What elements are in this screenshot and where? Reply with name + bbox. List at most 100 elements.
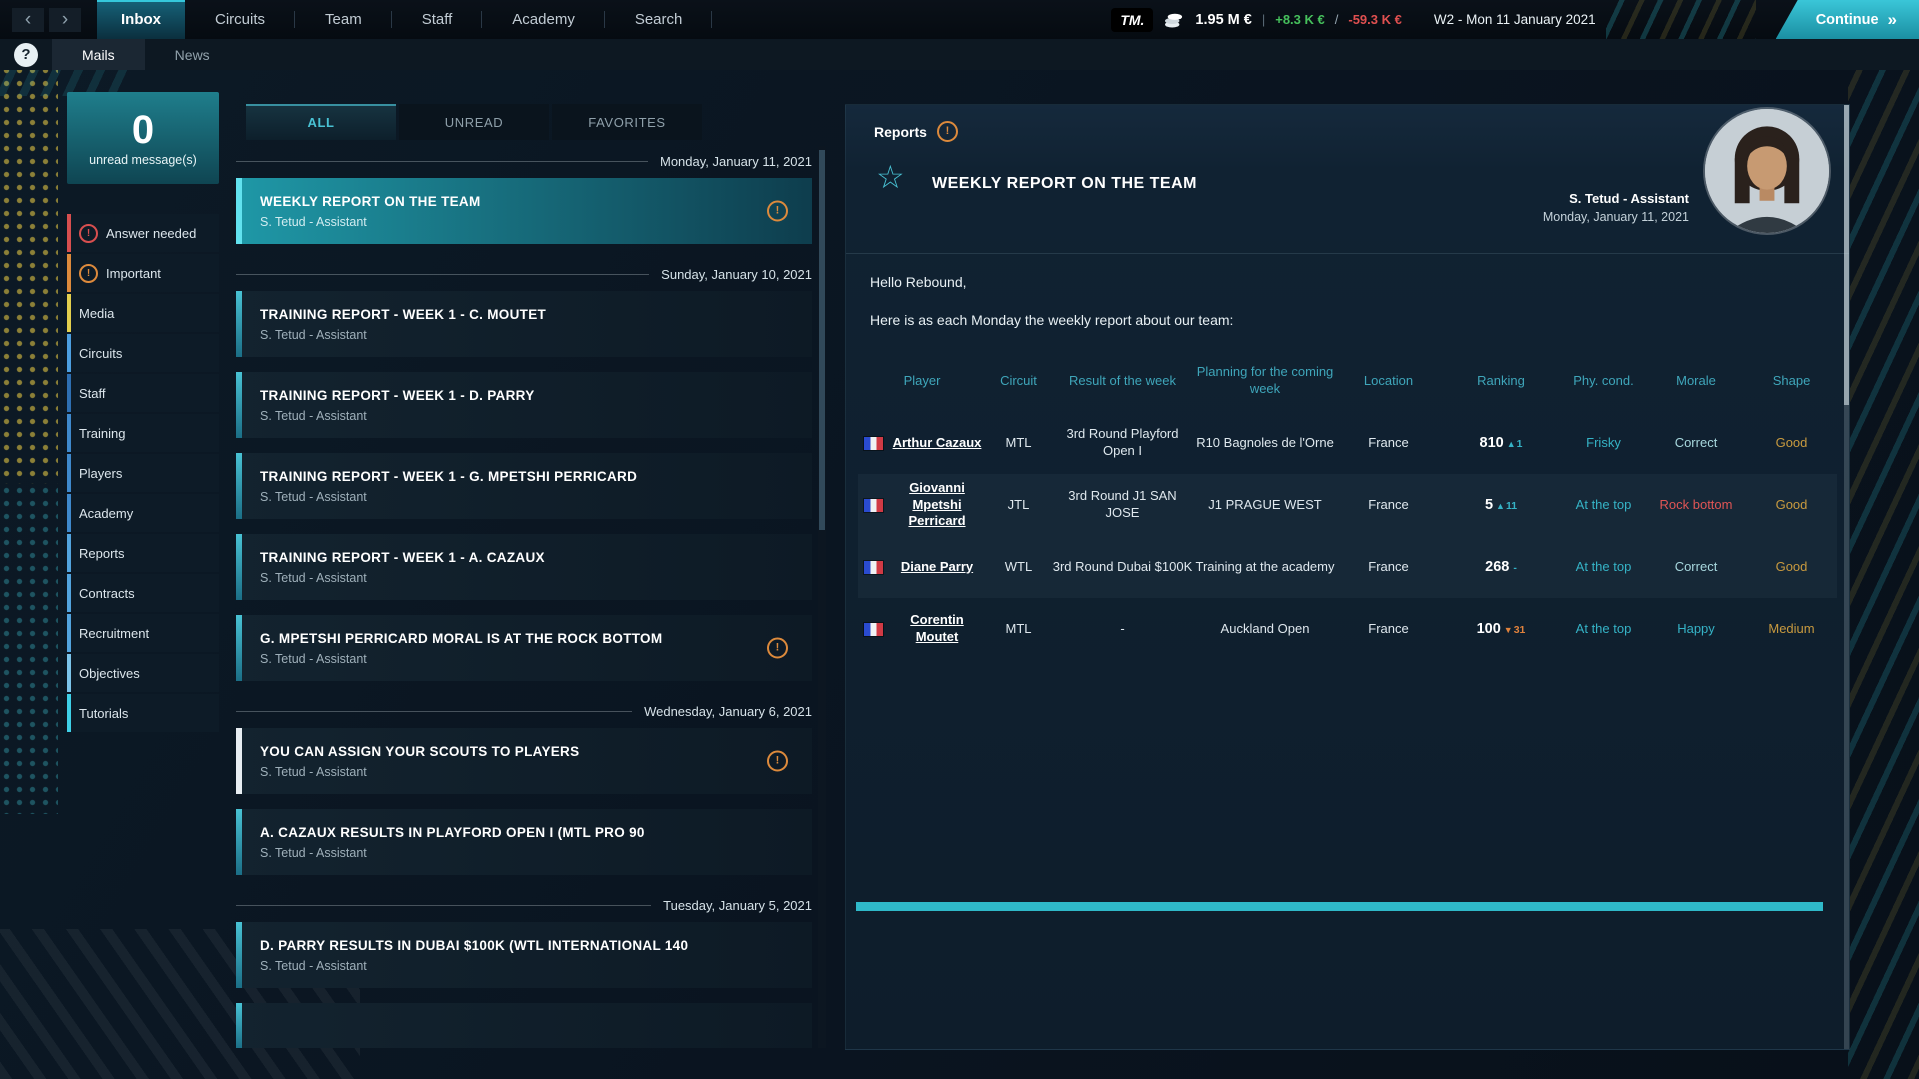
sidebar-item-players[interactable]: Players [67, 454, 219, 492]
location-cell: France [1336, 621, 1441, 638]
rank-up-icon: ▲ [1507, 439, 1516, 449]
mail-item[interactable]: TRAINING REPORT - WEEK 1 - G. MPETSHI PE… [236, 453, 812, 519]
circuit-cell: MTL [986, 435, 1051, 452]
sidebar-item-objectives[interactable]: Objectives [67, 654, 219, 692]
separator: / [1335, 12, 1339, 27]
ranking-cell: 5▲11 [1441, 496, 1561, 515]
result-cell: 3rd Round Dubai $100K [1051, 559, 1194, 576]
planning-cell: Auckland Open [1194, 621, 1336, 638]
nav-tab-inbox[interactable]: Inbox [97, 0, 185, 39]
report-title: WEEKLY REPORT ON THE TEAM [932, 175, 1197, 193]
sidebar-item-answer-needed[interactable]: ! Answer needed [67, 214, 219, 252]
top-navigation-bar: ‹ › Inbox Circuits Team Staff Academy Se… [0, 0, 1919, 39]
category-label: Players [79, 466, 122, 481]
category-color-bar [67, 574, 71, 612]
mail-color-bar [236, 453, 242, 519]
category-color-bar [67, 494, 71, 532]
mail-list-scrollbar[interactable] [818, 146, 826, 1048]
france-flag-icon [864, 499, 883, 512]
category-label: Reports [79, 546, 125, 561]
sidebar-item-important[interactable]: ! Important [67, 254, 219, 292]
mail-color-bar [236, 728, 242, 794]
continue-button[interactable]: Continue » [1776, 0, 1919, 39]
mail-item[interactable]: TRAINING REPORT - WEEK 1 - D. PARRY S. T… [236, 372, 812, 438]
category-label: Media [79, 306, 114, 321]
sidebar-item-media[interactable]: Media [67, 294, 219, 332]
forward-icon[interactable]: › [49, 8, 81, 32]
sidebar-item-reports[interactable]: Reports [67, 534, 219, 572]
mail-item[interactable]: G. MPETSHI PERRICARD MORAL IS AT THE ROC… [236, 615, 812, 681]
mail-sender: S. Tetud - Assistant [260, 328, 768, 342]
ranking-cell: 100▼31 [1441, 620, 1561, 639]
column-header: Morale [1646, 373, 1746, 390]
mail-title: YOU CAN ASSIGN YOUR SCOUTS TO PLAYERS [260, 744, 768, 759]
column-header: Player [858, 373, 986, 390]
mail-sender: S. Tetud - Assistant [260, 490, 768, 504]
mail-item-partial[interactable] [236, 1003, 812, 1048]
player-link[interactable]: Arthur Cazaux [893, 435, 982, 450]
dot-pattern-decoration [0, 484, 58, 814]
mail-sender: S. Tetud - Assistant [260, 765, 768, 779]
category-label: Contracts [79, 586, 135, 601]
mail-item[interactable]: A. CAZAUX RESULTS IN PLAYFORD OPEN I (MT… [236, 809, 812, 875]
rank-up-icon: ▲ [1496, 501, 1505, 511]
planning-cell: J1 PRAGUE WEST [1194, 497, 1336, 514]
scrollbar-thumb[interactable] [819, 150, 825, 530]
weekly-gain: +8.3 K € [1275, 12, 1325, 27]
help-icon[interactable]: ? [14, 43, 38, 67]
balance-amount: 1.95 M € [1195, 12, 1251, 28]
sidebar-item-training[interactable]: Training [67, 414, 219, 452]
mail-title: TRAINING REPORT - WEEK 1 - D. PARRY [260, 388, 768, 403]
nav-tab-staff[interactable]: Staff [392, 0, 483, 39]
mail-item[interactable]: D. PARRY RESULTS IN DUBAI $100K (WTL INT… [236, 922, 812, 988]
diagonal-stripes-decoration [1606, 0, 1756, 39]
mail-sender: S. Tetud - Assistant [260, 959, 768, 973]
sidebar-item-tutorials[interactable]: Tutorials [67, 694, 219, 732]
column-header: Planning for the coming week [1194, 364, 1336, 398]
sidebar-item-recruitment[interactable]: Recruitment [67, 614, 219, 652]
report-scrollbar[interactable] [1844, 105, 1849, 1049]
tab-news[interactable]: News [145, 39, 240, 70]
sidebar-item-academy[interactable]: Academy [67, 494, 219, 532]
star-icon[interactable]: ☆ [876, 161, 905, 193]
nav-tab-team[interactable]: Team [295, 0, 392, 39]
player-link[interactable]: Corentin Moutet [910, 612, 963, 644]
table-row: Giovanni Mpetshi Perricard JTL 3rd Round… [858, 474, 1837, 536]
category-label: Academy [79, 506, 133, 521]
tab-all[interactable]: ALL [246, 104, 396, 140]
ranking-cell: 268- [1441, 558, 1561, 577]
column-header: Result of the week [1051, 373, 1194, 390]
mail-filter-tabs: ALL UNREAD FAVORITES [246, 104, 826, 140]
nav-tab-circuits[interactable]: Circuits [185, 0, 295, 39]
mail-color-bar [236, 372, 242, 438]
category-color-bar [67, 614, 71, 652]
nav-tab-search[interactable]: Search [605, 0, 713, 39]
category-color-bar [67, 534, 71, 572]
result-cell: - [1051, 621, 1194, 638]
mail-item[interactable]: TRAINING REPORT - WEEK 1 - A. CAZAUX S. … [236, 534, 812, 600]
player-link[interactable]: Diane Parry [901, 559, 973, 574]
mail-item[interactable]: TRAINING REPORT - WEEK 1 - C. MOUTET S. … [236, 291, 812, 357]
category-color-bar [67, 374, 71, 412]
mail-sidebar: 0 unread message(s) ! Answer needed ! Im… [67, 92, 219, 734]
player-link[interactable]: Giovanni Mpetshi Perricard [908, 480, 965, 529]
sidebar-item-circuits[interactable]: Circuits [67, 334, 219, 372]
sidebar-item-staff[interactable]: Staff [67, 374, 219, 412]
tab-mails[interactable]: Mails [52, 39, 145, 70]
category-color-bar [67, 654, 71, 692]
double-chevron-icon: » [1888, 10, 1895, 30]
report-body: Hello Rebound, Here is as each Monday th… [846, 254, 1849, 660]
mail-title: D. PARRY RESULTS IN DUBAI $100K (WTL INT… [260, 938, 768, 953]
sub-navigation-bar: ? Mails News [0, 39, 1919, 70]
scrollbar-thumb[interactable] [1844, 105, 1849, 405]
exclamation-icon: ! [79, 264, 98, 283]
mail-item[interactable]: WEEKLY REPORT ON THE TEAM S. Tetud - Ass… [236, 178, 812, 244]
tab-favorites[interactable]: FAVORITES [552, 104, 702, 140]
sidebar-item-contracts[interactable]: Contracts [67, 574, 219, 612]
game-date: W2 - Mon 11 January 2021 [1434, 12, 1596, 27]
back-icon[interactable]: ‹ [12, 8, 44, 32]
mail-item[interactable]: YOU CAN ASSIGN YOUR SCOUTS TO PLAYERS S.… [236, 728, 812, 794]
nav-tab-academy[interactable]: Academy [482, 0, 605, 39]
tab-unread[interactable]: UNREAD [399, 104, 549, 140]
category-color-bar [67, 454, 71, 492]
